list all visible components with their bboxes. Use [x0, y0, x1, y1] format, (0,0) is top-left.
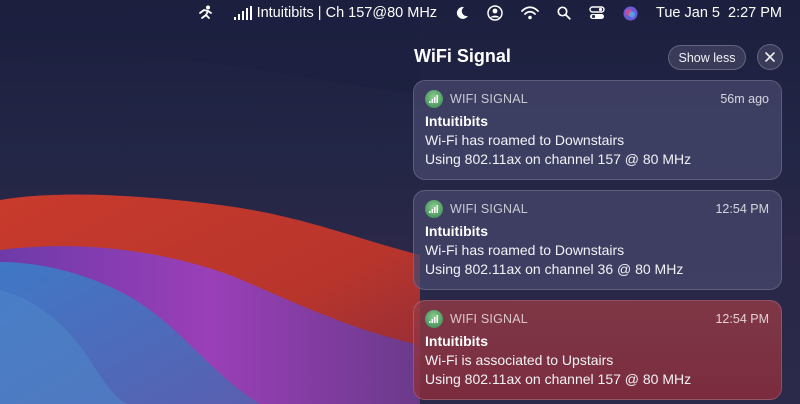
notification-title: Intuitibits — [425, 333, 488, 349]
notification-time: 56m ago — [720, 92, 769, 106]
wifi-signal-app-icon — [425, 200, 443, 218]
notification-app-name: WIFI SIGNAL — [450, 92, 528, 106]
notification-card[interactable]: WIFI SIGNAL 12:54 PM Intuitibits Wi-Fi h… — [413, 190, 782, 290]
control-center-icon[interactable] — [589, 6, 605, 20]
notification-app-name: WIFI SIGNAL — [450, 312, 528, 326]
show-less-button[interactable]: Show less — [668, 45, 746, 70]
menubar-time[interactable]: 2:27 PM — [728, 5, 782, 21]
menubar-date[interactable]: Tue Jan 5 — [656, 5, 720, 21]
wifi-signal-status[interactable]: Intuitibits | Ch 157@80 MHz — [233, 5, 437, 21]
siri-icon[interactable] — [623, 6, 638, 21]
search-icon[interactable] — [557, 6, 571, 20]
notification-group-title: WiFi Signal — [414, 46, 511, 66]
wifi-signal-app-icon — [425, 90, 443, 108]
signal-bars-icon — [233, 6, 252, 20]
run-icon[interactable] — [197, 5, 215, 21]
notification-detail: Using 802.11ax on channel 157 @ 80 MHz — [425, 371, 692, 387]
notification-title: Intuitibits — [425, 223, 488, 239]
notification-message: Wi-Fi has roamed to Downstairs — [425, 132, 625, 148]
close-icon — [765, 52, 775, 62]
wifi-signal-app-icon — [425, 310, 443, 328]
close-button[interactable] — [757, 44, 783, 70]
menu-bar: Intuitibits | Ch 157@80 MHz Tue Jan 5 2:… — [0, 0, 800, 26]
notification-detail: Using 802.11ax on channel 36 @ 80 MHz — [425, 261, 684, 277]
notification-card[interactable]: WIFI SIGNAL 56m ago Intuitibits Wi-Fi ha… — [413, 80, 782, 180]
notification-message: Wi-Fi has roamed to Downstairs — [425, 242, 625, 258]
moon-icon[interactable] — [455, 6, 469, 20]
notification-time: 12:54 PM — [715, 202, 769, 216]
user-icon[interactable] — [487, 5, 503, 21]
notification-app-name: WIFI SIGNAL — [450, 202, 528, 216]
notification-title: Intuitibits — [425, 113, 488, 129]
wifi-icon[interactable] — [521, 6, 539, 20]
wifi-status-text: Intuitibits | Ch 157@80 MHz — [256, 5, 438, 21]
notification-time: 12:54 PM — [715, 312, 769, 326]
notification-card[interactable]: WIFI SIGNAL 12:54 PM Intuitibits Wi-Fi i… — [413, 300, 782, 400]
notification-detail: Using 802.11ax on channel 157 @ 80 MHz — [425, 151, 692, 167]
notification-message: Wi-Fi is associated to Upstairs — [425, 352, 614, 368]
